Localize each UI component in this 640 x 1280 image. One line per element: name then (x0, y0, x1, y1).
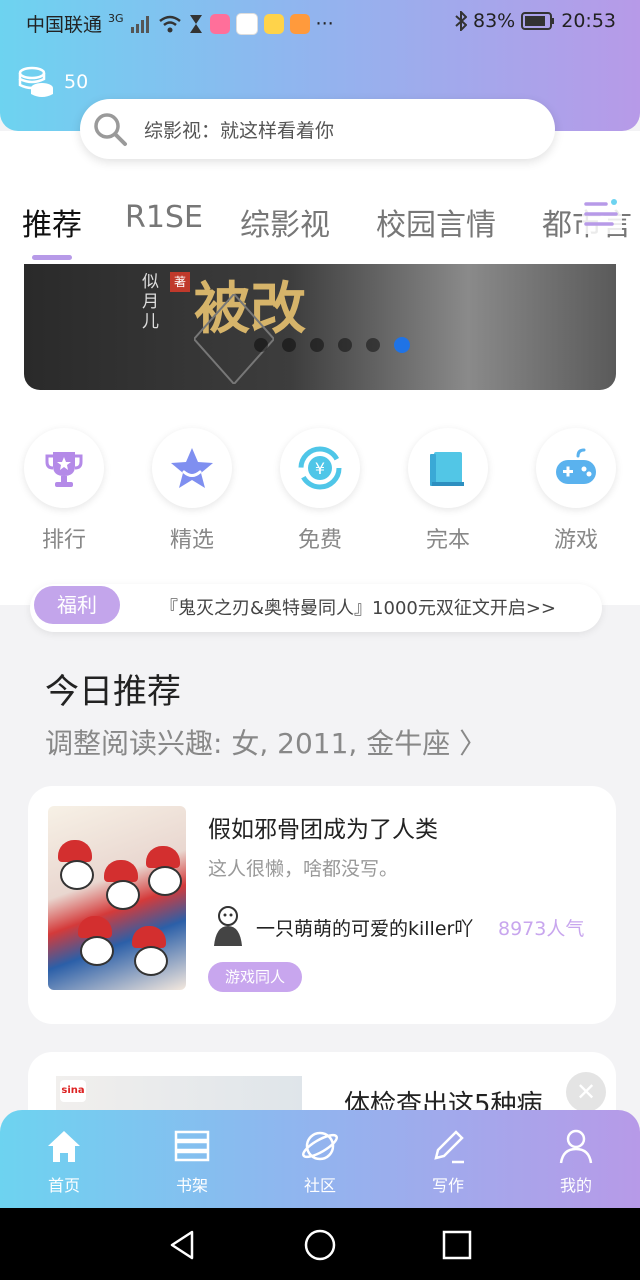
user-icon (559, 1129, 593, 1164)
nav-bookshelf-label: 书架 (175, 1176, 208, 1195)
welfare-tag: 福利 (34, 586, 120, 624)
shortcut-completed[interactable]: 完本 (408, 428, 488, 554)
app-notification-icon (209, 13, 230, 34)
sina-notification-icon (235, 12, 258, 35)
status-bar: 中国联通 3G ··· 83% 20:53 (0, 0, 640, 44)
book-description: 这人很懒，啥都没写。 (208, 858, 399, 880)
category-menu-icon[interactable] (582, 194, 622, 234)
tab-zongyingshi[interactable]: 综影视 (240, 200, 330, 244)
carrier-label: 中国联通 (26, 14, 103, 36)
battery-icon (521, 12, 555, 30)
banner-dot[interactable] (254, 338, 268, 352)
shortcut-free-label: 免费 (297, 528, 342, 553)
nav-write-label: 写作 (431, 1176, 464, 1195)
popularity-count: 8973人气 (498, 918, 585, 940)
search-icon (94, 113, 127, 146)
banner-dot[interactable] (366, 338, 380, 352)
banner-dot[interactable] (282, 338, 296, 352)
video-notification-icon (289, 13, 310, 34)
book-icon (430, 452, 464, 486)
bottom-navigation: 首页 书架 社区 写作 我的 (0, 1110, 640, 1208)
search-bar[interactable]: 综影视：就这样看着你 (80, 99, 555, 159)
banner-author: 似月儿 (142, 272, 159, 332)
nav-community-label: 社区 (303, 1176, 336, 1195)
coins-icon (18, 66, 53, 97)
book-card[interactable]: 假如邪骨团成为了人类 这人很懒，啥都没写。 一只萌萌的可爱的killer吖 89… (28, 786, 616, 1024)
banner-dot[interactable] (310, 338, 324, 352)
gamepad-icon (556, 448, 596, 484)
yuan-refresh-icon: ¥ (298, 446, 342, 490)
nav-profile-label: 我的 (559, 1176, 592, 1195)
active-tab-indicator (32, 255, 72, 260)
shortcut-ranking-label: 排行 (41, 528, 86, 553)
network-type: 3G (108, 12, 124, 25)
welfare-text: 『鬼灭之刃&奥特曼同人』1000元双征文开启>> (160, 598, 557, 619)
author-name: 一只萌萌的可爱的killer吖 (256, 918, 474, 940)
book-cover (48, 806, 186, 990)
shortcut-completed-label: 完本 (425, 528, 470, 553)
shortcut-featured[interactable]: 精选 (152, 428, 232, 554)
shortcut-ranking[interactable]: 排行 (24, 428, 104, 554)
coin-balance[interactable]: 50 (18, 64, 88, 100)
bookshelf-icon (174, 1130, 210, 1162)
pen-icon (434, 1130, 464, 1164)
author-avatar (214, 906, 242, 946)
tab-r1se[interactable]: R1SE (125, 200, 203, 235)
shortcut-games-label: 游戏 (553, 528, 598, 553)
shortcut-free[interactable]: ¥ 免费 (280, 428, 360, 554)
category-tabs: 推荐 R1SE 综影视 校园言情 都市言 (0, 190, 640, 260)
sina-logo: sina (60, 1080, 86, 1102)
nav-write[interactable]: 写作 (408, 1126, 488, 1196)
shortcut-featured-label: 精选 (169, 528, 214, 553)
nav-bookshelf[interactable]: 书架 (152, 1126, 232, 1196)
planet-icon (302, 1131, 338, 1161)
system-navigation-bar (0, 1208, 640, 1280)
signal-icon (130, 15, 149, 33)
bluetooth-icon (455, 11, 467, 31)
recents-icon[interactable] (440, 1228, 474, 1262)
trophy-icon (45, 452, 83, 487)
genre-tag[interactable]: 游戏同人 (208, 962, 302, 992)
search-placeholder: 综影视：就这样看着你 (144, 119, 335, 142)
banner-dot-active[interactable] (394, 337, 410, 353)
welfare-announcement[interactable]: 福利 『鬼灭之刃&奥特曼同人』1000元双征文开启>> (30, 584, 602, 632)
banner-author-mark: 著 (170, 272, 190, 292)
hourglass-icon (189, 14, 202, 33)
adjust-interest-link[interactable]: 调整阅读兴趣: 女, 2011, 金牛座 〉 (45, 722, 487, 762)
nav-profile[interactable]: 我的 (536, 1126, 616, 1196)
nav-home-label: 首页 (47, 1176, 80, 1195)
cartoon-notification-icon (263, 13, 284, 34)
more-notifications: ··· (315, 12, 334, 35)
section-title: 今日推荐 (45, 672, 181, 712)
wifi-icon (158, 15, 181, 32)
clock: 20:53 (561, 10, 616, 32)
shortcut-games[interactable]: 游戏 (536, 428, 616, 554)
coin-count: 50 (64, 71, 89, 93)
nav-community[interactable]: 社区 (280, 1126, 360, 1196)
close-icon[interactable]: ✕ (566, 1072, 606, 1112)
banner-pagination (254, 337, 410, 353)
tab-campus-romance[interactable]: 校园言情 (376, 200, 496, 244)
battery-percent: 83% (473, 10, 516, 32)
promo-banner[interactable]: 似月儿 著 被改 (24, 264, 616, 390)
banner-dot[interactable] (338, 338, 352, 352)
tab-recommend[interactable]: 推荐 (22, 200, 82, 244)
book-title: 假如邪骨团成为了人类 (208, 817, 438, 843)
svg-text:¥: ¥ (315, 459, 325, 478)
back-icon[interactable] (166, 1228, 200, 1262)
nav-home[interactable]: 首页 (24, 1126, 104, 1196)
star-icon (171, 448, 213, 488)
home-circle-icon[interactable] (303, 1228, 337, 1262)
home-icon (48, 1131, 80, 1162)
